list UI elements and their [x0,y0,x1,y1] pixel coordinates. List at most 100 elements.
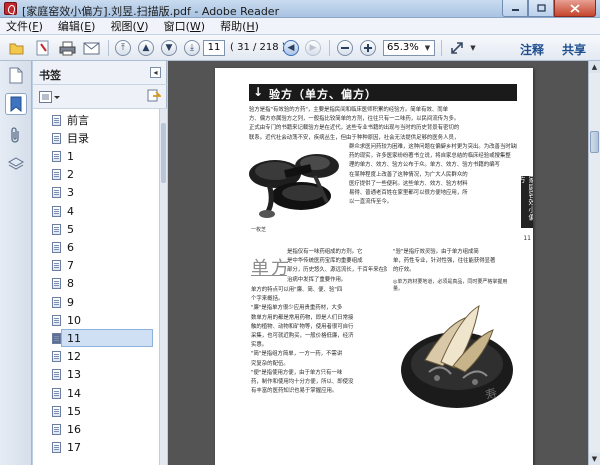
fit-page-button[interactable] [448,39,466,57]
bookmark-options-button[interactable] [39,90,61,104]
bookmark-label: 3 [67,186,74,200]
bookmark-page-icon [52,114,61,126]
text-line: 药，制作和使用均十分方便，所以、即使没 [251,378,354,385]
menu-view[interactable]: 视图(V) [110,18,148,34]
zoom-select[interactable]: 65.3% ▼ [383,40,435,56]
bookmark-item[interactable]: 13 [33,366,159,384]
zoom-in-button[interactable] [360,39,376,57]
bookmark-item[interactable]: 2 [33,166,159,184]
bookmark-item[interactable]: 前言 [33,111,159,129]
expand-arrows-icon [451,42,463,54]
bookmark-item[interactable]: 12 [33,348,159,366]
zoom-value: 65.3% [387,42,419,53]
features-paragraph: 单方的特点可以用"廉、简、便、验"四 个字来概括。 "廉"是指单方很少应用贵重药材，… [251,286,387,396]
maximize-button[interactable] [528,0,554,17]
title-bar: [家庭窑效小偏方].刘昱.扫描版.pdf - Adobe Reader [0,0,600,18]
bookmark-item[interactable]: 16 [33,420,159,438]
bookmarks-title: 书签 [39,69,61,82]
text-line: "简"是指组方简单，一方一药，不需讲 [251,351,343,358]
print-button[interactable] [58,39,76,57]
next-view-button[interactable]: ▶ [305,39,321,57]
text-line: 群众求医问药较为困难，这种问题在偏僻乡村更为突出。为改善当时缺医少 [349,144,517,150]
collapse-panel-button[interactable]: ◂ [150,67,161,78]
bookmark-item[interactable]: 10 [33,311,159,329]
minimize-icon [511,9,519,11]
page-thumbnails-button[interactable] [5,64,27,86]
window-title: [家庭窑效小偏方].刘昱.扫描版.pdf - Adobe Reader [22,5,280,18]
bookmark-label: 前言 [67,114,89,127]
text-line: 实惠。 [251,342,268,349]
subsection-heading: 单方 [251,258,291,279]
bookmark-label: 2 [67,168,74,182]
bookmarks-scrollbar[interactable] [159,109,167,465]
bookmark-page-icon [52,205,61,217]
bookmark-item[interactable]: 9 [33,293,159,311]
first-page-button[interactable]: ⤒ [115,39,131,57]
bookmark-label: 目录 [67,132,89,146]
document-scrollbar[interactable]: ▲ ▼ [588,61,600,465]
layers-button[interactable] [5,153,27,175]
share-button[interactable]: 共享 [562,41,586,58]
bookmark-item[interactable]: 8 [33,275,159,293]
menu-edit[interactable]: 编辑(E) [58,18,96,34]
paperclip-icon [11,126,19,143]
scrollbar-thumb[interactable] [161,123,166,183]
text-line: 在某种程度上改善了这种情况，为广大人民群众的 [349,171,468,178]
scroll-up-icon[interactable]: ▲ [589,61,600,73]
menu-window[interactable]: 窗口(W) [164,18,205,34]
page-number-input[interactable]: 11 [203,40,225,56]
bookmark-item[interactable]: 4 [33,202,159,220]
bookmark-item[interactable]: 1 [33,147,159,165]
bookmark-item[interactable]: 6 [33,238,159,256]
bookmark-item[interactable]: 17 [33,439,159,457]
document-view[interactable]: ↓ 验方（单方、偏方） 验方是指"有效验的方药"，主要是指民间和临床医师积累的经… [168,61,600,465]
scrollbar-thumb[interactable] [590,131,599,153]
bookmark-label: 10 [67,313,81,327]
attachments-button[interactable] [5,124,27,146]
last-page-button[interactable]: ⤓ [184,39,200,57]
close-button[interactable] [554,0,596,17]
text-line: 采集，也可就近购买，一般价格低廉，经济 [251,332,354,339]
bookmark-label: 9 [67,295,74,309]
text-line: 正式由专门的书籍来记载验方是在近代，这些专业书籍的出现与当时的历史背景有密切的 [249,125,460,132]
text-line: 有丰富的医药知识也易于掌握应用。 [251,388,338,395]
bookmark-item[interactable]: 11 [52,329,153,348]
annotate-button[interactable]: 注释 [520,41,544,58]
arrow-up-icon: ▲ [138,40,154,56]
bookmarks-button[interactable] [5,93,27,115]
text-line: 是中华传统医药宝库的重要组成 [287,258,363,265]
bookmark-item[interactable]: 15 [33,402,159,420]
edit-pdf-button[interactable] [34,39,52,57]
scroll-down-icon[interactable]: ▼ [589,453,600,465]
folder-icon [9,43,24,55]
bookmarks-list: 前言 目录 1 2 3 4 5 6 7 8 9 10 11 12 13 14 15 16 17 [33,109,159,465]
lingzhi-illustration [249,154,339,218]
previous-view-button[interactable]: ◀ [283,39,299,57]
bookmark-item[interactable]: 5 [33,220,159,238]
bookmark-item[interactable]: 3 [33,184,159,202]
bookmark-item[interactable]: 14 [33,384,159,402]
bookmark-page-icon [52,314,61,326]
back-arrow-icon: ◀ [283,40,299,56]
zoom-out-button[interactable] [337,39,353,57]
text-line: "验"是指疗效灵验。由于单方组成简 [393,249,479,255]
expand-bookmark-button[interactable] [147,89,163,103]
arrow-down-bar-icon: ⤓ [184,40,200,56]
menu-file[interactable]: 文件(F) [6,18,43,34]
text-line: 治病中发挥了重要作用。 [287,276,347,283]
email-button[interactable] [82,39,100,57]
bookmark-item[interactable]: 7 [33,257,159,275]
bookmark-item[interactable]: 目录 [33,129,159,147]
minimize-button[interactable] [502,0,528,17]
previous-page-button[interactable]: ▲ [138,39,154,57]
next-page-button[interactable]: ▼ [161,39,177,57]
menu-help[interactable]: 帮助(H) [220,18,259,34]
text-line: 验方是指"有效验的方药"，主要是指民间和临床医师积累的经验方。简单有效、而单 [249,107,449,113]
page-header-bar: ↓ 验方（单方、偏方） [249,84,517,101]
text-line: 触的植物、动物和矿物等，使用者很可自行 [251,323,354,330]
history-paragraph: 群众求医问药较为困难，这种问题在偏僻乡村更为突出。为改善当时缺医少 药的现实，许多… [349,143,517,207]
bookmark-label: 5 [67,222,74,236]
text-line: 联系。近代社会动荡不安，疾病丛生，但由于种种原因，社会无法提供足够的医务人员， [249,134,460,141]
fit-options-dropdown[interactable]: ▼ [468,39,478,57]
open-button[interactable] [8,39,26,57]
